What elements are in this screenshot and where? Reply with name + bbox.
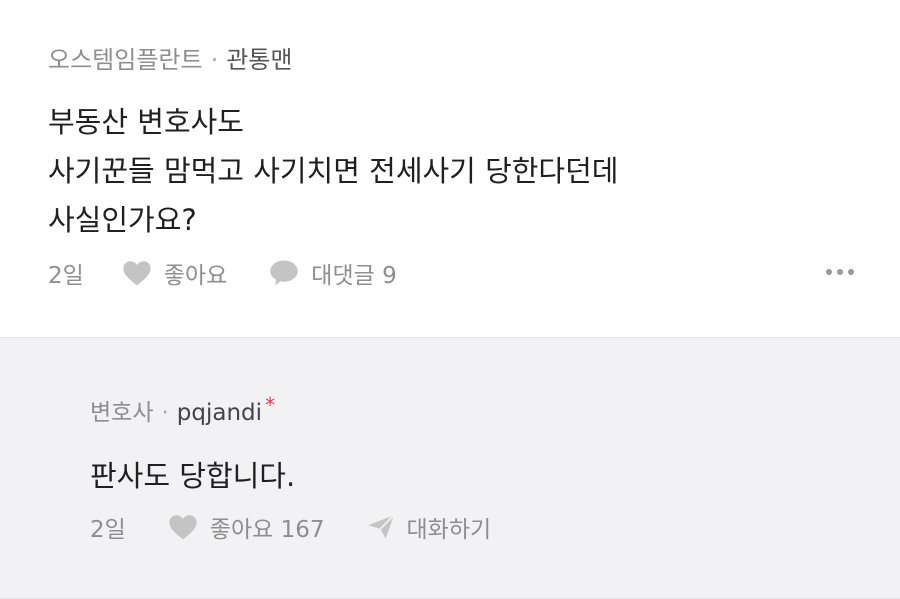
more-dots-icon: [826, 269, 832, 275]
post-meta: 오스템임플란트 · 관통맨: [48, 40, 292, 75]
meta-separator: ·: [210, 46, 219, 74]
more-dot: [837, 269, 843, 275]
company-name[interactable]: 오스템임플란트: [48, 46, 203, 74]
post-time: 2일: [48, 263, 84, 289]
like-button[interactable]: 좋아요: [122, 256, 227, 290]
reply-author-name[interactable]: pqjandi: [177, 400, 262, 426]
heart-icon: [123, 261, 151, 286]
post-line: 부동산 변호사도: [48, 105, 244, 139]
reply-button[interactable]: 대댓글 9: [269, 256, 397, 290]
author-badge: *: [265, 393, 276, 417]
more-options-button[interactable]: [826, 262, 854, 282]
author-name[interactable]: 관통맨: [226, 46, 292, 74]
meta-separator: ·: [161, 400, 169, 426]
post-line: 사기꾼들 맘먹고 사기치면 전세사기 당한다던데: [48, 154, 619, 188]
chat-label: 대화하기: [406, 517, 492, 543]
reply-body: 판사도 당합니다.: [90, 459, 296, 493]
reply-label: 대댓글 9: [311, 263, 397, 289]
speech-bubble-icon: [270, 260, 299, 286]
reply-role: 변호사: [90, 400, 154, 426]
reply-like-label: 좋아요 167: [209, 517, 325, 543]
like-label: 좋아요: [163, 263, 228, 289]
post-line: 사실인가요?: [48, 203, 197, 237]
chat-button[interactable]: 대화하기: [367, 510, 492, 544]
more-dot: [848, 269, 854, 275]
reply-meta: 변호사 · pqjandi *: [90, 393, 275, 427]
heart-icon: [169, 515, 197, 540]
reply-like-button[interactable]: 좋아요 167: [168, 510, 325, 544]
post-body: 부동산 변호사도 사기꾼들 맘먹고 사기치면 전세사기 당한다던데 사실인가요?: [48, 98, 618, 245]
post-card: 오스템임플란트 · 관통맨 부동산 변호사도 사기꾼들 맘먹고 사기치면 전세사기 …: [0, 0, 900, 337]
reply-actions: 2일 좋아요 167 대화하기: [90, 510, 533, 544]
reply-card: 변호사 · pqjandi * 판사도 당합니다. 2일 좋아요 167 대화하기: [0, 337, 900, 599]
send-arrow-icon: [367, 514, 394, 539]
post-actions: 2일 좋아요 대댓글 9: [48, 256, 439, 290]
reply-time: 2일: [90, 517, 126, 543]
